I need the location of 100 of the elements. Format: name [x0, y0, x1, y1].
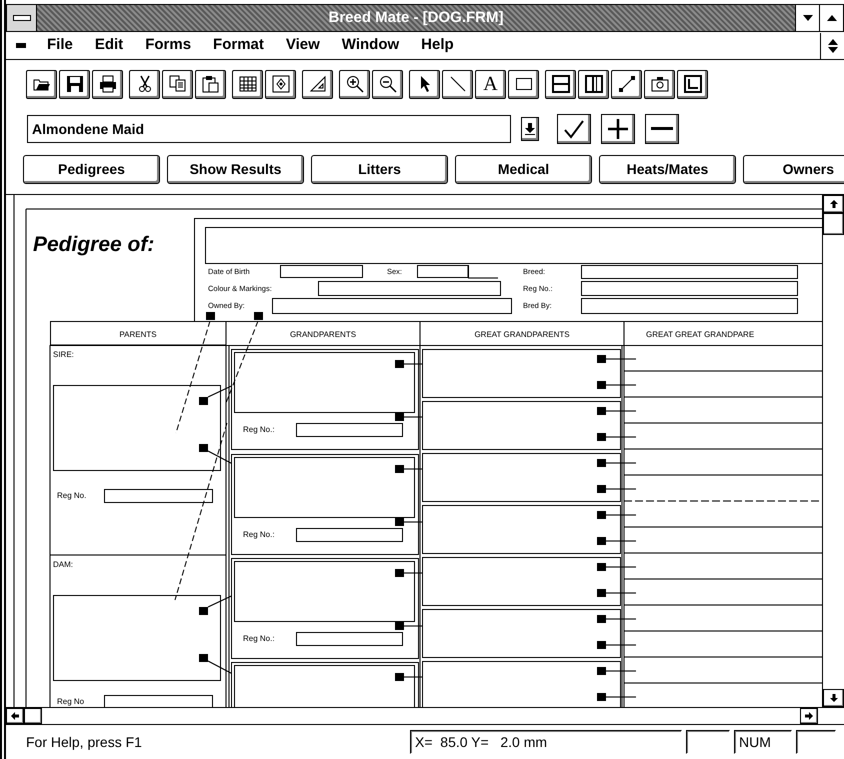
toolbar-button[interactable]	[59, 70, 90, 98]
menu-item[interactable]: Forms	[134, 34, 202, 57]
connector-handle	[206, 312, 215, 320]
toolbar-button[interactable]	[232, 70, 263, 98]
toolbar-button[interactable]	[545, 70, 576, 98]
scroll-up-button[interactable]	[823, 195, 844, 213]
toolbar-button[interactable]	[409, 70, 440, 98]
form-heading: Pedigree of:	[33, 233, 154, 256]
camera-icon	[650, 75, 668, 93]
connector-handle	[597, 381, 606, 389]
tab-button[interactable]: Litters	[311, 154, 448, 184]
connector-handle	[597, 615, 606, 623]
toolbar-button[interactable]	[578, 70, 609, 98]
dropdown-button[interactable]	[521, 117, 539, 141]
scroll-down-button[interactable]	[823, 689, 844, 707]
status-text: For Help, press F1	[25, 732, 143, 752]
scroll-thumb[interactable]	[24, 708, 42, 724]
connector-handle	[395, 465, 404, 473]
tab-button[interactable]: Heats/Mates	[599, 154, 736, 184]
menu-item[interactable]: File	[36, 34, 84, 57]
menu-item[interactable]: Format	[202, 34, 275, 57]
num-lock-indicator: NUM	[734, 730, 792, 754]
toolbar-button[interactable]	[372, 70, 403, 98]
tab-button[interactable]: Medical	[455, 154, 592, 184]
right-arrow-icon	[805, 712, 813, 720]
field-label: Reg No.:	[243, 634, 275, 643]
name-field[interactable]: Almondene Maid	[27, 115, 511, 143]
toolbar-button[interactable]	[92, 70, 123, 98]
connector-handle	[597, 537, 606, 545]
zoom-in-icon	[346, 75, 364, 93]
column-header: PARENTS	[119, 330, 157, 339]
dash-icon	[12, 15, 30, 21]
tab-button[interactable]: Pedigrees	[23, 154, 160, 184]
toolbar-button[interactable]	[442, 70, 473, 98]
toolbar-button[interactable]	[195, 70, 226, 98]
toolbar-button[interactable]	[162, 70, 193, 98]
system-menu-button[interactable]	[7, 5, 37, 31]
copy-icon	[168, 75, 186, 93]
left-arrow-icon	[11, 712, 19, 720]
add-button[interactable]	[601, 114, 635, 144]
toolbar-button[interactable]	[508, 70, 539, 98]
connector-handle	[395, 413, 404, 421]
connector-handle	[395, 622, 404, 630]
connector-icon	[618, 75, 636, 93]
connector-handle	[395, 673, 404, 681]
status-panel	[686, 730, 730, 754]
connector-handle	[199, 397, 208, 405]
toolbar-button[interactable]	[302, 70, 333, 98]
field-label: Reg No.	[57, 491, 86, 500]
toolbar-button[interactable]	[339, 70, 370, 98]
connector-handle	[597, 589, 606, 597]
toolbar-button[interactable]	[611, 70, 642, 98]
maximize-button[interactable]	[819, 5, 843, 31]
window-title: Breed Mate - [DOG.FRM]	[327, 8, 504, 28]
scroll-thumb[interactable]	[823, 213, 844, 235]
zoom-out-icon	[378, 75, 396, 93]
down-triangle-icon	[802, 15, 812, 21]
scroll-left-button[interactable]	[6, 708, 24, 724]
menu-item[interactable]: Help	[410, 34, 465, 57]
clipboard-icon	[202, 75, 220, 93]
printer-icon	[98, 75, 116, 93]
section-label: SIRE:	[53, 350, 74, 359]
connector-handle	[395, 518, 404, 526]
triangle-icon	[308, 75, 326, 93]
toolbar-button[interactable]	[26, 70, 57, 98]
vertical-split-icon	[584, 75, 602, 93]
field-label: Reg No	[57, 697, 84, 706]
minimize-button[interactable]	[795, 5, 819, 31]
up-arrow-icon	[830, 200, 838, 208]
remove-button[interactable]	[645, 114, 679, 144]
menu-item[interactable]: Edit	[84, 34, 134, 57]
connector-handle	[597, 355, 606, 363]
horizontal-split-icon	[552, 75, 570, 93]
menu-item[interactable]: Window	[330, 34, 410, 57]
toolbar-button[interactable]	[644, 70, 675, 98]
tab-button[interactable]: Show Results	[167, 154, 304, 184]
status-panel	[796, 730, 836, 754]
confirm-button[interactable]	[557, 114, 591, 144]
toolbar-button[interactable]	[265, 70, 296, 98]
connector-handle	[395, 569, 404, 577]
frame-icon	[684, 75, 702, 93]
grid-icon	[238, 75, 256, 93]
down-arrow-icon	[830, 694, 838, 702]
node-icon	[272, 75, 290, 93]
toolbar-button[interactable]	[677, 70, 708, 98]
dash-icon	[16, 43, 26, 48]
connector-handle	[597, 667, 606, 675]
connector-handle	[597, 511, 606, 519]
text-tool-button[interactable]: A	[475, 70, 506, 98]
menu-item[interactable]: View	[274, 34, 331, 57]
connector-handle	[254, 312, 263, 320]
up-triangle-icon	[826, 15, 836, 21]
tab-button[interactable]: Owners	[743, 154, 844, 184]
up-down-arrows-icon	[828, 38, 838, 52]
connector-handle	[597, 693, 606, 701]
line-icon	[448, 75, 466, 93]
connector-handle	[597, 563, 606, 571]
toolbar-button[interactable]	[129, 70, 160, 98]
scroll-right-button[interactable]	[800, 708, 818, 724]
connector-handle	[597, 485, 606, 493]
